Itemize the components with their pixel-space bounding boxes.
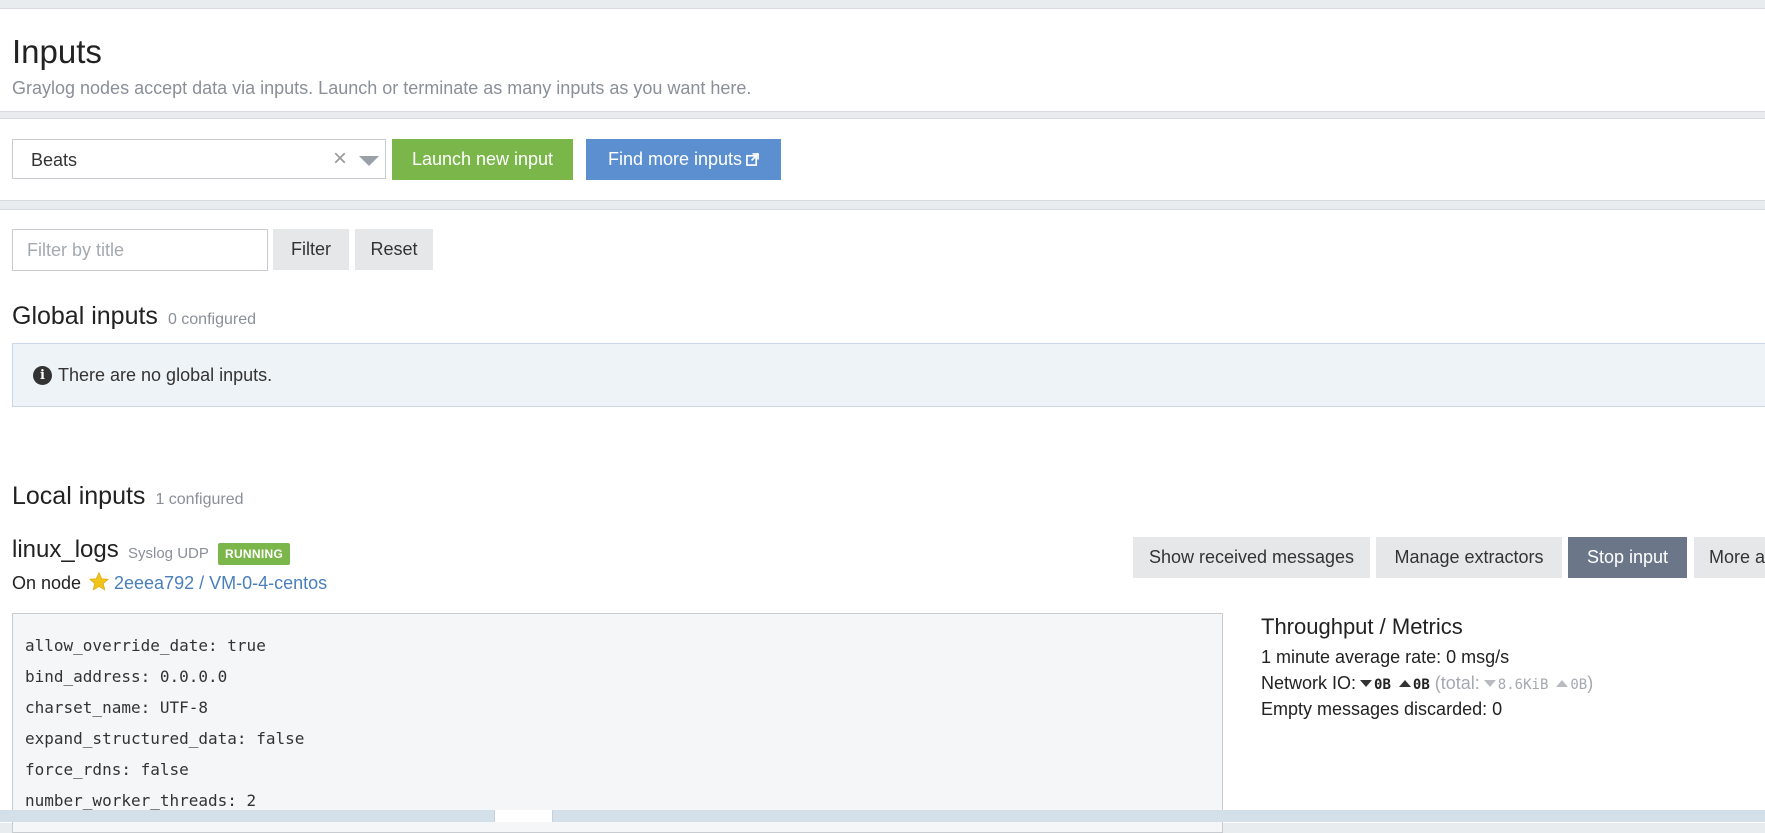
average-rate: 1 minute average rate: 0 msg/s <box>1261 647 1510 667</box>
config-line: allow_override_date: true <box>25 636 266 655</box>
arrow-down-icon <box>1483 680 1496 687</box>
total-label: (total: <box>1434 673 1480 693</box>
page-header: Inputs Graylog nodes accept data via inp… <box>0 8 1765 112</box>
empty-messages-discarded: Empty messages discarded: 0 <box>1261 699 1503 719</box>
horizontal-scrollbar[interactable] <box>0 810 1765 822</box>
global-inputs-count: 0 configured <box>167 311 256 328</box>
network-in: 0B <box>1374 677 1391 693</box>
config-line: charset_name: UTF-8 <box>25 698 209 717</box>
star-icon <box>88 571 110 591</box>
page-title: Inputs <box>12 33 102 70</box>
network-total: (total: 8.6KiB 0B) <box>1435 673 1593 693</box>
stop-input-button[interactable]: Stop input <box>1568 537 1687 578</box>
scrollbar-thumb[interactable] <box>494 810 553 822</box>
network-io: Network IO: 0B 0B (total: 8.6KiB 0B) <box>1261 670 1741 696</box>
arrow-down-icon <box>1360 680 1373 687</box>
input-type: Syslog UDP <box>128 545 209 562</box>
config-line: force_rdns: false <box>25 760 189 779</box>
input-name: linux_logs <box>12 536 119 563</box>
local-inputs-heading: Local inputs 1 configured <box>12 482 244 511</box>
total-in: 8.6KiB <box>1497 677 1549 693</box>
on-node-label: On node <box>12 573 82 593</box>
input-type-select[interactable]: Beats × <box>12 139 386 179</box>
status-badge: RUNNING <box>218 543 291 565</box>
global-inputs-heading: Global inputs 0 configured <box>12 302 256 331</box>
info-icon: i <box>33 366 52 385</box>
launch-new-input-button[interactable]: Launch new input <box>392 139 573 180</box>
more-actions-button[interactable]: More actions <box>1694 537 1765 578</box>
total-close: ) <box>1587 673 1594 693</box>
find-more-inputs-button[interactable]: Find more inputs <box>586 139 781 180</box>
clear-icon[interactable]: × <box>333 146 347 172</box>
no-global-inputs-alert: i There are no global inputs. <box>12 343 1765 407</box>
page-subtitle: Graylog nodes accept data via inputs. La… <box>12 78 752 98</box>
global-inputs-title: Global inputs <box>12 302 158 330</box>
config-line: expand_structured_data: false <box>25 729 305 748</box>
network-io-label: Network IO: <box>1261 673 1357 693</box>
manage-extractors-button[interactable]: Manage extractors <box>1376 537 1562 578</box>
metrics-title: Throughput / Metrics <box>1261 614 1463 639</box>
throughput-metrics: Throughput / Metrics 1 minute average ra… <box>1261 614 1741 722</box>
arrow-up-icon <box>1398 680 1411 687</box>
chevron-down-icon[interactable] <box>359 156 379 166</box>
network-out: 0B <box>1412 677 1430 693</box>
find-more-inputs-label: Find more inputs <box>607 149 743 169</box>
local-inputs-title: Local inputs <box>12 482 146 510</box>
reset-button[interactable]: Reset <box>355 229 433 270</box>
show-received-messages-button[interactable]: Show received messages <box>1133 537 1370 578</box>
external-link-icon <box>746 153 759 166</box>
input-type-value: Beats <box>31 150 78 170</box>
total-out: 0B <box>1570 677 1588 693</box>
arrow-up-icon <box>1556 680 1569 687</box>
local-inputs-count: 1 configured <box>155 491 244 508</box>
config-line: bind_address: 0.0.0.0 <box>25 667 228 686</box>
filter-button[interactable]: Filter <box>273 229 349 270</box>
filter-by-title-input[interactable] <box>12 229 268 271</box>
input-configuration: allow_override_date: true bind_address: … <box>12 613 1223 833</box>
alert-text: There are no global inputs. <box>58 365 273 385</box>
node-link[interactable]: 2eeea792 / VM-0-4-centos <box>114 573 327 594</box>
